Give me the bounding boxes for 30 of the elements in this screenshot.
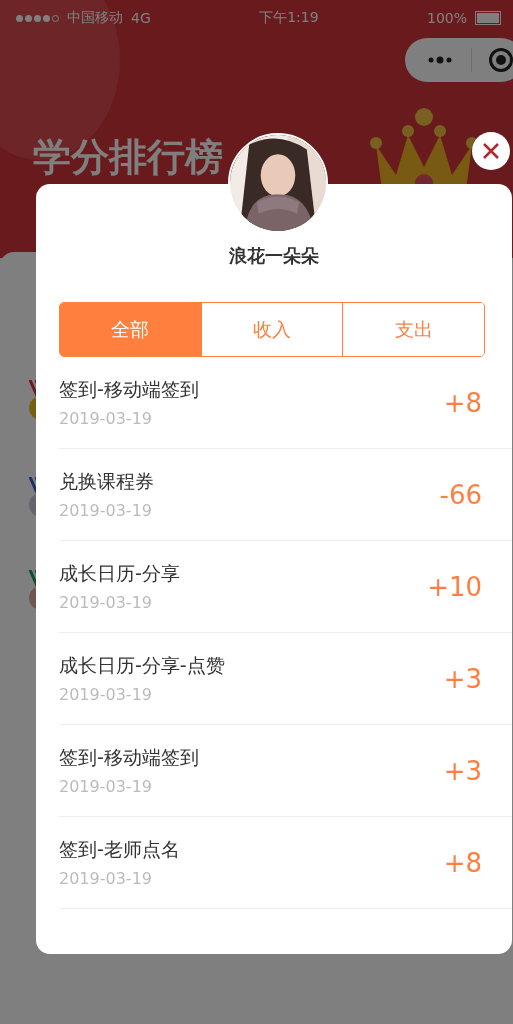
battery-icon: [475, 11, 501, 25]
capsule-menu[interactable]: [405, 38, 513, 82]
points-value: +8: [443, 387, 482, 418]
record-date: 2019-03-19: [59, 685, 152, 704]
battery-percentage: 100%: [426, 10, 467, 26]
filter-tab[interactable]: 全部: [60, 303, 201, 356]
record-title: 兑换课程券: [59, 469, 154, 494]
record-title: 签到-老师点名: [59, 837, 180, 862]
record-date: 2019-03-19: [59, 593, 152, 612]
points-value: +3: [443, 663, 482, 694]
points-value: +3: [443, 755, 482, 786]
points-value: -66: [439, 479, 482, 510]
carrier-name: 中国移动: [67, 9, 123, 27]
close-icon: [482, 142, 500, 160]
record-date: 2019-03-19: [59, 777, 152, 796]
record-date: 2019-03-19: [59, 501, 152, 520]
points-value: +8: [443, 847, 482, 878]
page-title: 学分排行榜: [33, 134, 223, 181]
user-name: 浪花一朵朵: [229, 245, 319, 266]
record-title: 签到-移动端签到: [59, 377, 199, 402]
record-title: 成长日历-分享: [59, 561, 180, 586]
points-value: +10: [427, 571, 482, 602]
network-type: 4G: [131, 10, 151, 26]
record-date: 2019-03-19: [59, 869, 152, 888]
record-title: 成长日历-分享-点赞: [59, 653, 225, 678]
clock-time: 下午1:19: [259, 9, 319, 25]
filter-tab[interactable]: 支出: [342, 303, 484, 356]
target-icon[interactable]: [488, 47, 513, 73]
record-title: 签到-移动端签到: [59, 745, 199, 770]
record-date: 2019-03-19: [59, 409, 152, 428]
